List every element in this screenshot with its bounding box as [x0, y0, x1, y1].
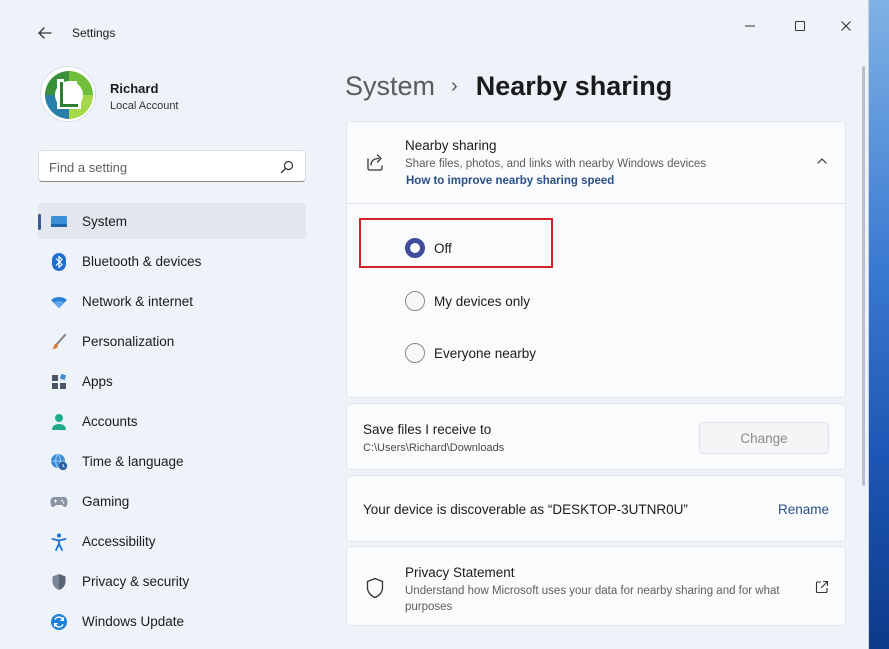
- chevron-up-icon[interactable]: [815, 154, 829, 168]
- close-button[interactable]: [823, 8, 868, 44]
- profile-name: Richard: [110, 81, 159, 96]
- radio-option-my-devices[interactable]: My devices only: [405, 289, 530, 313]
- save-location-path: C:\Users\Richard\Downloads: [363, 442, 505, 454]
- avatar[interactable]: [40, 66, 96, 122]
- radio-option-everyone[interactable]: Everyone nearby: [405, 341, 536, 365]
- rename-button[interactable]: Rename: [778, 502, 829, 517]
- monitor-icon: [50, 213, 68, 231]
- sidebar-item-label: Gaming: [82, 494, 130, 509]
- app-title: Settings: [72, 26, 116, 40]
- back-button[interactable]: [30, 20, 60, 46]
- nearby-sharing-speed-link[interactable]: How to improve nearby sharing speed: [406, 175, 614, 187]
- minimize-icon: [745, 25, 755, 27]
- radio-button[interactable]: [405, 291, 425, 311]
- sidebar-item-network[interactable]: Network & internet: [38, 283, 306, 319]
- share-icon: [367, 154, 383, 171]
- change-button[interactable]: Change: [699, 422, 829, 454]
- sidebar-item-label: Privacy & security: [82, 574, 190, 589]
- sidebar-item-privacy[interactable]: Privacy & security: [38, 563, 306, 599]
- shield-icon: [50, 573, 68, 591]
- discoverable-text: Your device is discoverable as “DESKTOP-…: [363, 502, 688, 517]
- sidebar-item-gaming[interactable]: Gaming: [38, 483, 306, 519]
- privacy-statement-description: Understand how Microsoft uses your data …: [405, 585, 780, 613]
- nearby-sharing-header[interactable]: Nearby sharing Share files, photos, and …: [347, 122, 845, 204]
- sidebar-item-time-language[interactable]: Time & language: [38, 443, 306, 479]
- sidebar-item-accounts[interactable]: Accounts: [38, 403, 306, 439]
- breadcrumb: System › Nearby sharing: [345, 66, 672, 106]
- search-box[interactable]: [38, 150, 306, 182]
- sidebar-item-personalization[interactable]: Personalization: [38, 323, 306, 359]
- radio-label: Everyone nearby: [434, 345, 537, 361]
- scrollbar[interactable]: [862, 66, 865, 486]
- privacy-statement-card[interactable]: Privacy Statement Understand how Microso…: [346, 546, 846, 626]
- globe-clock-icon: [50, 453, 68, 471]
- settings-window: Settings Richard Local Account Find a se…: [0, 0, 869, 649]
- sidebar-item-label: Apps: [82, 374, 113, 389]
- bluetooth-icon: [50, 253, 68, 271]
- sidebar-item-accessibility[interactable]: Accessibility: [38, 523, 306, 559]
- minimize-button[interactable]: [727, 8, 773, 44]
- sidebar-item-label: System: [82, 214, 128, 229]
- radio-label: My devices only: [434, 293, 531, 309]
- wifi-icon: [50, 293, 68, 311]
- breadcrumb-separator: ›: [451, 74, 458, 97]
- maximize-icon: [795, 21, 805, 31]
- profile-account-type: Local Account: [110, 100, 179, 112]
- nearby-sharing-title: Nearby sharing: [405, 138, 497, 153]
- sidebar-item-apps[interactable]: Apps: [38, 363, 306, 399]
- sidebar-item-label: Personalization: [82, 334, 175, 349]
- save-location-card: Save files I receive to C:\Users\Richard…: [346, 403, 846, 470]
- privacy-statement-title: Privacy Statement: [405, 565, 515, 580]
- highlight-annotation: [359, 218, 553, 268]
- breadcrumb-parent[interactable]: System: [345, 71, 435, 102]
- back-arrow-icon: [38, 27, 52, 39]
- sidebar-item-bluetooth[interactable]: Bluetooth & devices: [38, 243, 306, 279]
- sidebar-item-label: Time & language: [82, 454, 184, 469]
- radio-button[interactable]: [405, 343, 425, 363]
- sidebar-item-label: Accessibility: [82, 534, 156, 549]
- person-icon: [50, 413, 68, 431]
- search-icon[interactable]: [279, 159, 295, 175]
- accessibility-icon: [50, 533, 68, 551]
- sidebar-item-label: Accounts: [82, 414, 138, 429]
- gamepad-icon: [50, 493, 68, 511]
- sidebar-item-windows-update[interactable]: Windows Update: [38, 603, 306, 639]
- desktop-background: [869, 0, 889, 649]
- sidebar-item-label: Bluetooth & devices: [82, 254, 202, 269]
- sidebar-item-system[interactable]: System: [38, 203, 306, 239]
- discoverable-card: Your device is discoverable as “DESKTOP-…: [346, 475, 846, 542]
- sidebar-nav: System Bluetooth & devices Network & int…: [38, 203, 306, 643]
- maximize-button[interactable]: [777, 8, 823, 44]
- brush-icon: [50, 333, 68, 351]
- sidebar-item-label: Network & internet: [82, 294, 194, 309]
- nearby-sharing-description: Share files, photos, and links with near…: [405, 158, 707, 170]
- title-bar: Settings: [0, 0, 868, 50]
- apps-icon: [50, 373, 68, 391]
- external-link-icon[interactable]: [815, 580, 829, 594]
- profile-logo-icon: [41, 67, 95, 121]
- shield-icon: [366, 577, 384, 599]
- close-icon: [841, 21, 851, 31]
- update-icon: [50, 613, 68, 631]
- page-title: Nearby sharing: [475, 70, 673, 101]
- search-input[interactable]: [49, 157, 269, 177]
- save-location-title: Save files I receive to: [363, 422, 492, 437]
- sidebar-item-label: Windows Update: [82, 614, 185, 629]
